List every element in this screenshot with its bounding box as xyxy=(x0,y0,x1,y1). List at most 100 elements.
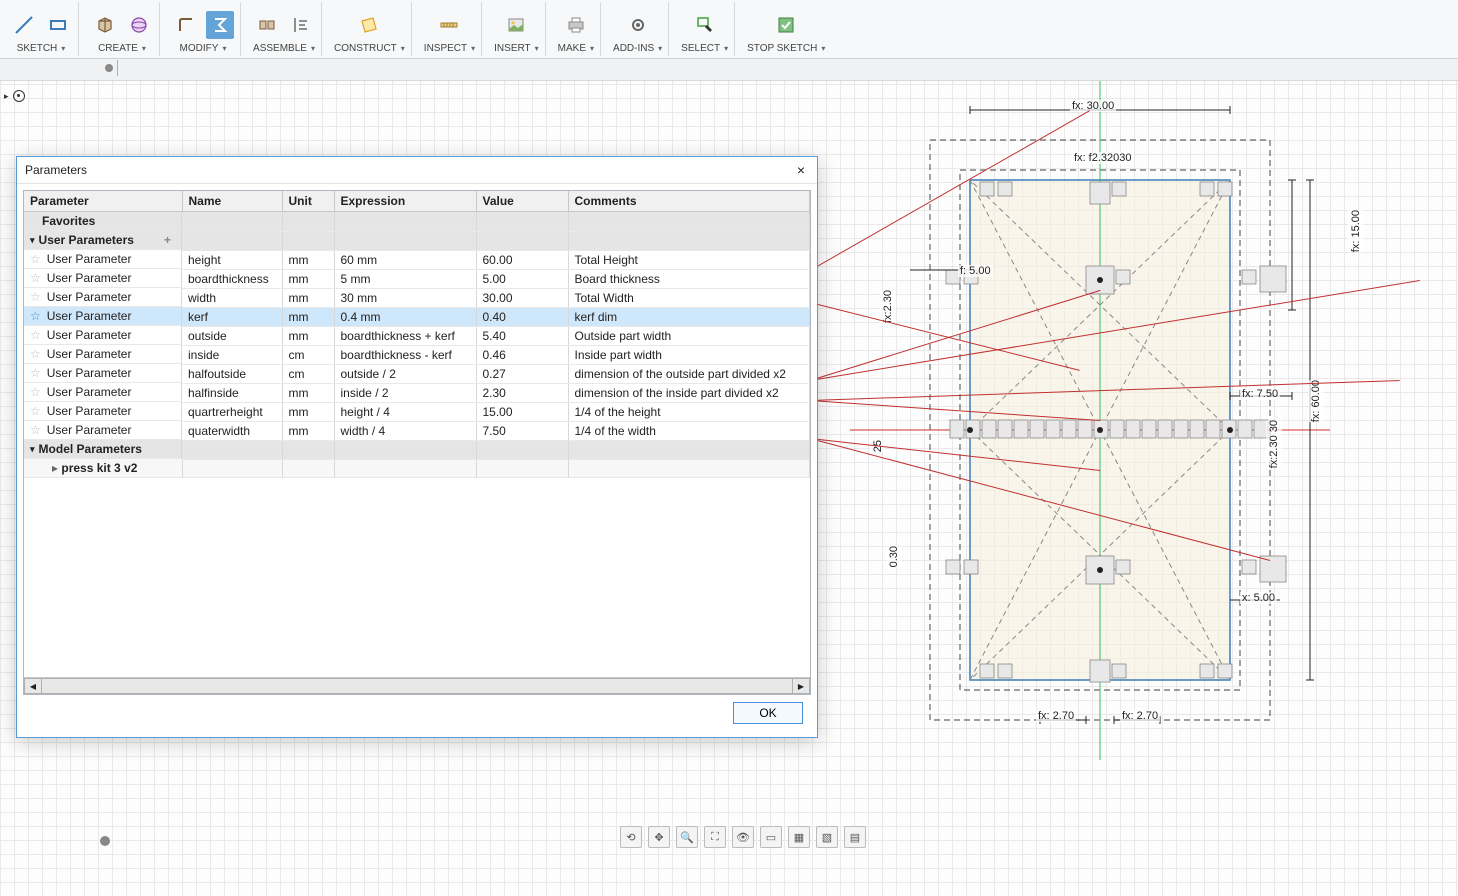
group-favorites[interactable]: Favorites xyxy=(24,212,810,232)
col-comments[interactable]: Comments xyxy=(568,191,810,212)
col-name[interactable]: Name xyxy=(182,191,282,212)
dim-230l[interactable]: fx:2.30 xyxy=(880,290,896,323)
select-icon[interactable] xyxy=(691,11,719,39)
table-row[interactable]: ☆User Parameterquaterwidthmmwidth / 47.5… xyxy=(24,421,810,440)
scroll-right-icon[interactable]: ▶ xyxy=(792,678,810,694)
horizontal-scrollbar[interactable]: ◀ ▶ xyxy=(24,677,810,694)
table-row[interactable]: ☆User Parameterinsidecmboardthickness - … xyxy=(24,345,810,364)
modify-label[interactable]: MODIFY xyxy=(180,40,227,56)
stopsketch-label[interactable]: STOP SKETCH xyxy=(747,40,825,56)
fit-icon[interactable]: ⛶ xyxy=(704,826,726,848)
origin-icon xyxy=(13,90,25,102)
scroll-left-icon[interactable]: ◀ xyxy=(24,678,42,694)
inspect-label[interactable]: INSPECT xyxy=(424,40,475,56)
fillet-icon[interactable] xyxy=(172,11,200,39)
dim-030v[interactable]: 0.30 xyxy=(886,546,902,567)
tool-group-insert: INSERT xyxy=(488,2,546,56)
sphere-icon[interactable] xyxy=(125,11,153,39)
table-row[interactable]: ☆User Parameterquartrerheightmmheight / … xyxy=(24,402,810,421)
print-icon[interactable] xyxy=(562,11,590,39)
make-label[interactable]: MAKE xyxy=(558,40,594,56)
add-parameter-icon[interactable]: + xyxy=(164,233,175,247)
browser-tree-node[interactable]: ▸ xyxy=(4,90,25,102)
stop-sketch-icon[interactable] xyxy=(772,11,800,39)
table-row[interactable]: ☆User Parameterhalfoutsidecmoutside / 20… xyxy=(24,364,810,383)
dim-width[interactable]: fx: 30.00 xyxy=(1070,100,1116,112)
tool-group-construct: CONSTRUCT xyxy=(328,2,412,56)
dim-750[interactable]: fx: 7.50 xyxy=(1240,388,1280,400)
favorite-star-icon[interactable]: ☆ xyxy=(30,366,41,380)
assemble-label[interactable]: ASSEMBLE xyxy=(253,40,315,56)
plane-icon[interactable] xyxy=(355,11,383,39)
col-value[interactable]: Value xyxy=(476,191,568,212)
sketch-label[interactable]: SKETCH xyxy=(17,40,66,56)
favorite-star-icon[interactable]: ☆ xyxy=(30,347,41,361)
table-row[interactable]: ☆User Parameterheightmm60 mm60.00Total H… xyxy=(24,250,810,269)
tool-group-addins: ADD-INS xyxy=(607,2,669,56)
table-row[interactable]: ☆User Parameterboardthicknessmm5 mm5.00B… xyxy=(24,269,810,288)
grid-icon[interactable]: ▦ xyxy=(788,826,810,848)
align-icon[interactable] xyxy=(287,11,315,39)
parameters-dialog: Parameters × Parameter Name Unit Express… xyxy=(16,156,818,738)
table-row[interactable]: ☆User Parameterwidthmm30 mm30.00Total Wi… xyxy=(24,288,810,307)
construct-label[interactable]: CONSTRUCT xyxy=(334,40,405,56)
dim-5l[interactable]: f: 5.00 xyxy=(958,265,993,277)
layout-icon[interactable]: ▤ xyxy=(844,826,866,848)
close-icon[interactable]: × xyxy=(793,162,809,178)
dim-230r[interactable]: fx:2.30 30 xyxy=(1266,420,1282,468)
display-icon[interactable]: ▭ xyxy=(760,826,782,848)
col-unit[interactable]: Unit xyxy=(282,191,334,212)
tab-bar-divider xyxy=(117,60,118,76)
tool-group-create: CREATE xyxy=(85,2,160,56)
group-model-parameters[interactable]: ▾ Model Parameters xyxy=(24,440,810,459)
col-expression[interactable]: Expression xyxy=(334,191,476,212)
dim-15[interactable]: fx: 15.00 xyxy=(1348,210,1364,252)
table-row[interactable]: ☆User Parameterkerfmm0.4 mm0.40kerf dim xyxy=(24,307,810,326)
dim-5r[interactable]: x: 5.00 xyxy=(1240,592,1277,604)
create-label[interactable]: CREATE xyxy=(98,40,146,56)
look-icon[interactable]: 👁 xyxy=(732,826,754,848)
table-row[interactable]: ☆User Parameterhalfinsidemminside / 22.3… xyxy=(24,383,810,402)
dim-270l[interactable]: fx: 2.70 xyxy=(1036,710,1076,722)
tab-dot-icon xyxy=(105,64,113,72)
table-row[interactable]: ☆User Parameteroutsidemmboardthickness +… xyxy=(24,326,810,345)
sketch-line-icon[interactable] xyxy=(10,11,38,39)
favorite-star-icon[interactable]: ☆ xyxy=(30,385,41,399)
scroll-track[interactable] xyxy=(42,678,792,694)
addins-label[interactable]: ADD-INS xyxy=(613,40,662,56)
insert-label[interactable]: INSERT xyxy=(494,40,539,56)
favorite-star-icon[interactable]: ☆ xyxy=(30,309,41,323)
ok-button[interactable]: OK xyxy=(733,702,803,724)
insert-image-icon[interactable] xyxy=(502,11,530,39)
sketch-rect-icon[interactable] xyxy=(44,11,72,39)
dialog-titlebar[interactable]: Parameters × xyxy=(17,157,817,184)
group-user-parameters[interactable]: ▾ User Parameters+ xyxy=(24,231,810,250)
table-header-row: Parameter Name Unit Expression Value Com… xyxy=(24,191,810,212)
tool-group-select: SELECT xyxy=(675,2,735,56)
parameters-table: Parameter Name Unit Expression Value Com… xyxy=(24,191,810,478)
timeline-marker-icon[interactable] xyxy=(100,836,110,846)
dim-270r[interactable]: fx: 2.70 xyxy=(1120,710,1160,722)
dim-230top[interactable]: fx: f2.32030 xyxy=(1072,152,1134,164)
model-child-row[interactable]: ▸ press kit 3 v2 xyxy=(24,459,810,478)
measure-icon[interactable] xyxy=(435,11,463,39)
favorite-star-icon[interactable]: ☆ xyxy=(30,328,41,342)
zoom-icon[interactable]: 🔍 xyxy=(676,826,698,848)
favorite-star-icon[interactable]: ☆ xyxy=(30,423,41,437)
favorite-star-icon[interactable]: ☆ xyxy=(30,404,41,418)
box-icon[interactable] xyxy=(91,11,119,39)
favorite-star-icon[interactable]: ☆ xyxy=(30,290,41,304)
sigma-icon[interactable] xyxy=(206,11,234,39)
tool-group-stopsketch: STOP SKETCH xyxy=(741,2,831,56)
sub-bar xyxy=(0,56,1458,81)
dim-60[interactable]: fx: 60.00 xyxy=(1308,380,1324,422)
select-label[interactable]: SELECT xyxy=(681,40,728,56)
favorite-star-icon[interactable]: ☆ xyxy=(30,271,41,285)
pan-icon[interactable]: ✥ xyxy=(648,826,670,848)
favorite-star-icon[interactable]: ☆ xyxy=(30,252,41,266)
joint-icon[interactable] xyxy=(253,11,281,39)
gear-icon[interactable] xyxy=(624,11,652,39)
col-parameter[interactable]: Parameter xyxy=(24,191,182,212)
viewports-icon[interactable]: ▧ xyxy=(816,826,838,848)
orbit-icon[interactable]: ⟲ xyxy=(620,826,642,848)
